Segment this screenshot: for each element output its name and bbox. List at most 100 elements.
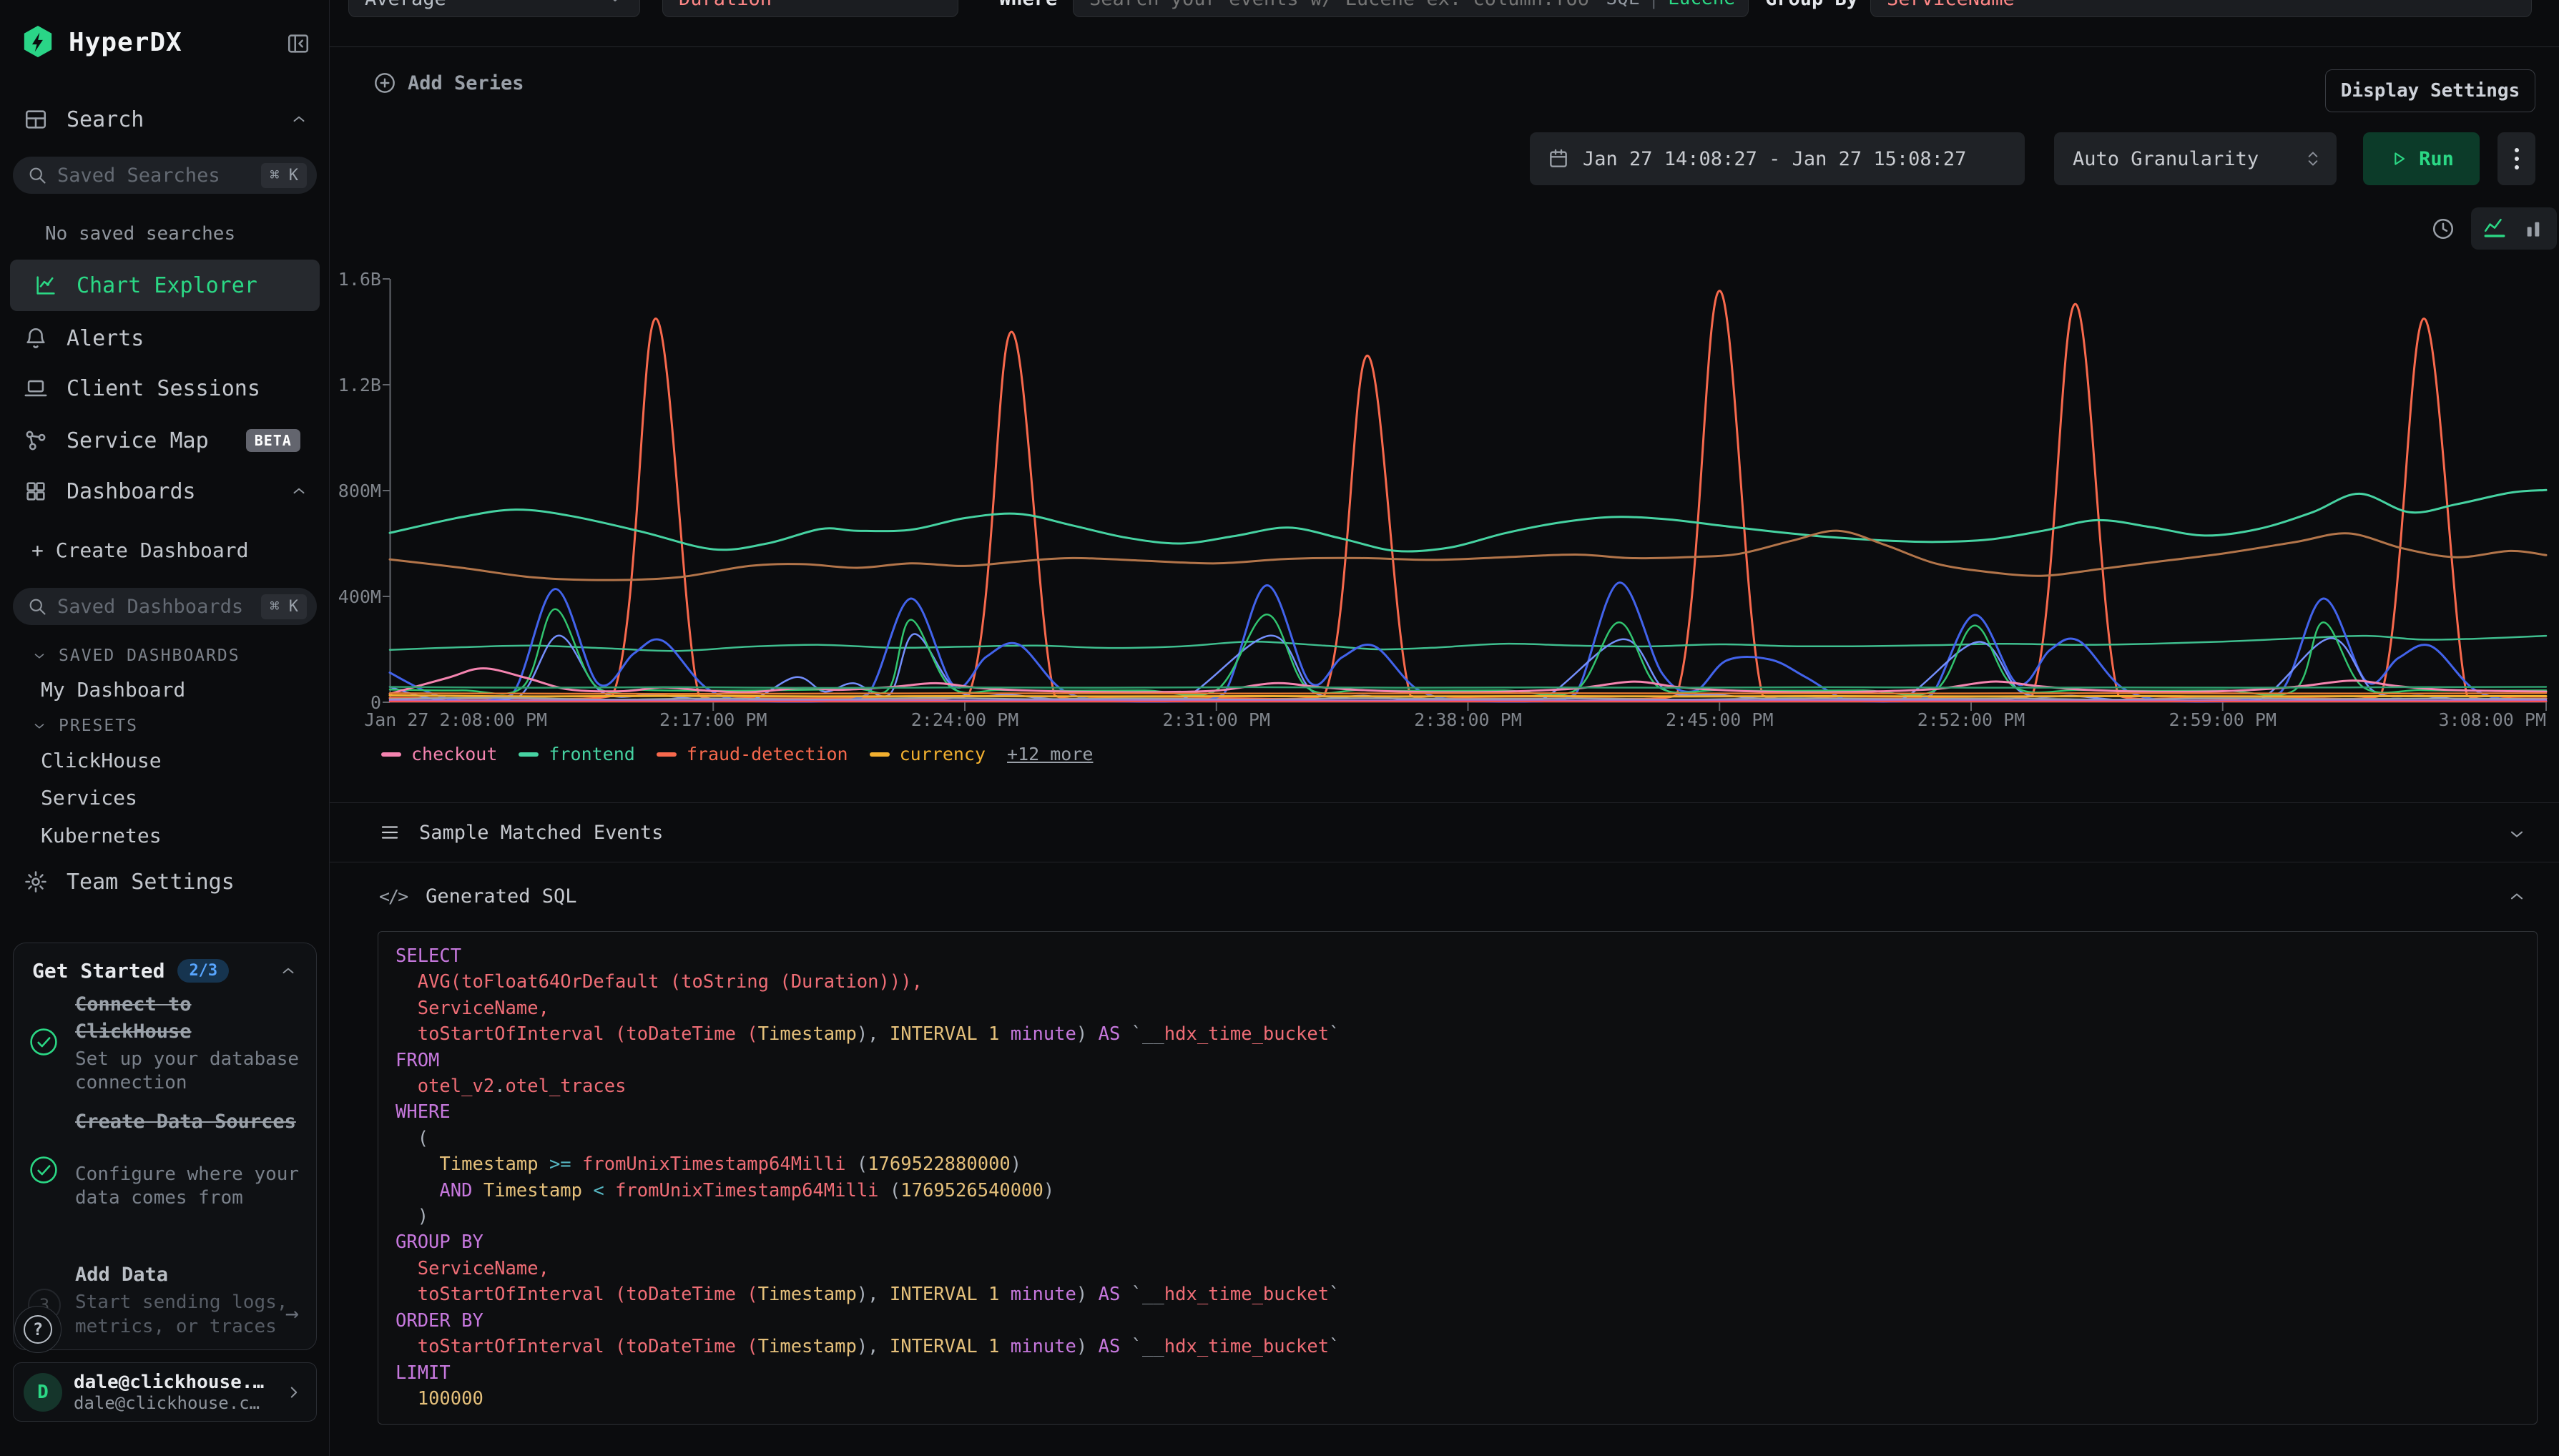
user-menu[interactable]: D dale@clickhouse.… dale@clickhouse.c…: [13, 1362, 317, 1422]
granularity-select[interactable]: Auto Granularity: [2054, 132, 2337, 185]
sidebar-item-label: Client Sessions: [67, 376, 260, 401]
saved-dashboards-section[interactable]: SAVED DASHBOARDS: [31, 646, 240, 665]
saved-dashboards-search[interactable]: ⌘ K: [13, 588, 317, 625]
chevron-up-icon[interactable]: [290, 482, 308, 501]
y-axis-label: 400M: [330, 586, 381, 607]
legend-label: checkout: [411, 744, 497, 764]
x-axis-label: 3:08:00 PM: [2438, 709, 2546, 730]
group-by-label: Group By: [1765, 0, 1858, 17]
clock-icon[interactable]: [2431, 217, 2455, 241]
create-dashboard-label: + Create Dashboard: [31, 538, 248, 562]
get-started-step-title[interactable]: Create Data Sources: [75, 1108, 297, 1136]
query-mode-toggle[interactable]: SQL | Lucene: [1606, 0, 1735, 9]
sidebar: HyperDX Search ⌘ K No saved searches: [0, 0, 330, 1456]
presets-section[interactable]: PRESETS: [31, 717, 138, 735]
x-axis-label: 2:38:00 PM: [1414, 709, 1522, 730]
get-started-step-title[interactable]: Connect to ClickHouse: [75, 991, 297, 1046]
search-query-input[interactable]: [1089, 0, 1605, 10]
sidebar-item-label: Chart Explorer: [77, 273, 257, 298]
sidebar-item-create-dashboard[interactable]: + Create Dashboard: [0, 527, 330, 573]
sql-line: otel_v2.otel_traces: [396, 1073, 2520, 1099]
sql-line: GROUP BY: [396, 1229, 2520, 1255]
sidebar-item-clickhouse[interactable]: ClickHouse: [41, 749, 162, 772]
search-query-box[interactable]: SQL | Lucene: [1073, 0, 1749, 17]
legend-item-currency[interactable]: currency: [870, 744, 986, 764]
granularity-value: Auto Granularity: [2073, 148, 2259, 170]
sql-line: toStartOfInterval (toDateTime (Timestamp…: [396, 1334, 2520, 1359]
legend-more-link[interactable]: +12 more: [1007, 744, 1093, 764]
saved-searches-input[interactable]: [57, 164, 251, 187]
chart-series-series-7: [390, 609, 2546, 695]
saved-searches-search[interactable]: ⌘ K: [13, 157, 317, 194]
chevron-down-icon[interactable]: [2507, 824, 2527, 844]
arrow-right-icon[interactable]: →: [285, 1299, 299, 1327]
chevron-up-icon[interactable]: [290, 110, 308, 129]
generated-sql-header[interactable]: </> Generated SQL: [379, 882, 576, 910]
sample-matched-events-header[interactable]: Sample Matched Events: [379, 818, 663, 847]
help-button[interactable]: ?: [14, 1306, 62, 1353]
sidebar-item-label: Team Settings: [67, 870, 235, 895]
aggregation-select[interactable]: [348, 0, 640, 17]
sidebar-item-chart-explorer[interactable]: Chart Explorer: [10, 260, 320, 311]
play-icon: [2389, 149, 2409, 169]
mode-sql[interactable]: SQL: [1606, 0, 1639, 9]
chart-series-fraud-detection: [390, 291, 2546, 699]
kebab-menu-icon: [2514, 147, 2520, 171]
aggregation-value[interactable]: [365, 0, 606, 10]
run-button[interactable]: Run: [2363, 132, 2480, 185]
bar-chart-icon[interactable]: [2523, 217, 2545, 240]
brand-row: HyperDX: [21, 24, 182, 60]
get-started-step-desc: Configure where your data comes from: [75, 1163, 304, 1210]
sidebar-item-client-sessions[interactable]: Client Sessions: [0, 365, 330, 411]
search-nav-icon: [24, 107, 48, 132]
x-axis-label: Jan 27 2:08:00 PM: [364, 709, 547, 730]
sidebar-item-kubernetes[interactable]: Kubernetes: [41, 824, 162, 847]
group-by-input[interactable]: [1887, 0, 2515, 10]
group-by-box[interactable]: [1870, 0, 2532, 17]
add-series-button[interactable]: Add Series: [373, 72, 524, 94]
chart-explorer-icon: [34, 273, 58, 297]
chart-plot-area[interactable]: [390, 279, 2546, 702]
sidebar-item-my-dashboard[interactable]: My Dashboard: [41, 678, 185, 702]
get-started-step-desc: Start sending logs, metrics, or traces: [75, 1290, 290, 1339]
saved-dashboards-input[interactable]: [57, 596, 251, 618]
field-input-box[interactable]: [662, 0, 958, 17]
line-chart-icon[interactable]: [2482, 217, 2507, 241]
sidebar-item-search[interactable]: Search: [0, 97, 330, 142]
user-name: dale@clickhouse.…: [74, 1372, 273, 1393]
hyperdx-logo-icon: [21, 24, 54, 60]
sidebar-item-alerts[interactable]: Alerts: [0, 315, 330, 361]
sql-code: SELECT AVG(toFloat64OrDefault (toString …: [396, 943, 2520, 1412]
sidebar-item-service-map[interactable]: Service Map BETA: [0, 418, 330, 463]
legend-item-fraud-detection[interactable]: fraud-detection: [657, 744, 848, 764]
app-root: HyperDX Search ⌘ K No saved searches: [0, 0, 2559, 1456]
x-axis-label: 2:52:00 PM: [1917, 709, 2025, 730]
generated-sql-block: SELECT AVG(toFloat64OrDefault (toString …: [378, 931, 2538, 1425]
legend-item-checkout[interactable]: checkout: [381, 744, 497, 764]
mode-lucene[interactable]: Lucene: [1668, 0, 1735, 9]
display-settings-button[interactable]: Display Settings: [2325, 69, 2535, 112]
field-input[interactable]: [679, 0, 942, 10]
sidebar-item-team-settings[interactable]: Team Settings: [0, 859, 330, 905]
user-email: dale@clickhouse.c…: [74, 1393, 273, 1413]
sql-line: Timestamp >= fromUnixTimestamp64Milli (1…: [396, 1151, 2520, 1177]
search-icon: [27, 165, 47, 185]
chevron-up-icon[interactable]: [2507, 887, 2527, 907]
chevron-down-icon: [31, 648, 47, 664]
sidebar-item-dashboards[interactable]: Dashboards: [0, 468, 330, 514]
get-started-step-title[interactable]: Add Data: [75, 1264, 297, 1286]
chevron-up-icon[interactable]: [279, 962, 298, 980]
date-range-picker[interactable]: Jan 27 14:08:27 - Jan 27 15:08:27: [1530, 132, 2025, 185]
sidebar-collapse-icon[interactable]: [286, 31, 310, 56]
sidebar-item-services[interactable]: Services: [41, 786, 137, 810]
brand-title: HyperDX: [69, 28, 182, 57]
legend-item-frontend[interactable]: frontend: [519, 744, 634, 764]
sidebar-item-label: Alerts: [67, 326, 144, 351]
divider: [330, 802, 2559, 803]
query-toolbar: Where SQL | Lucene Group By: [330, 0, 2559, 47]
bell-icon: [24, 326, 48, 350]
chart-svg: [390, 279, 2546, 702]
beta-badge: BETA: [246, 429, 300, 452]
where-label: Where: [999, 0, 1057, 17]
more-options-button[interactable]: [2497, 132, 2535, 185]
